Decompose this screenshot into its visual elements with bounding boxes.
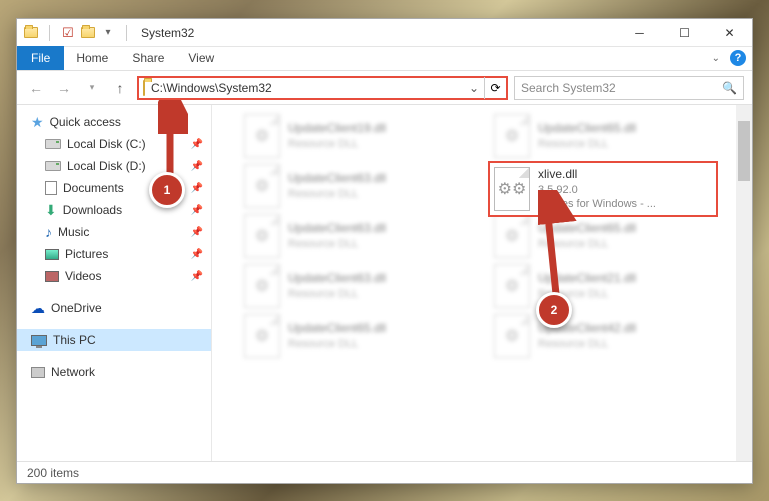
pin-icon: 📌 bbox=[191, 139, 203, 150]
minimize-button[interactable]: ─ bbox=[617, 19, 662, 47]
sidebar-network[interactable]: Network bbox=[17, 361, 211, 383]
file-version: 3.5.92.0 bbox=[538, 183, 656, 197]
dll-icon: ⚙ bbox=[494, 114, 530, 158]
drive-icon bbox=[45, 161, 61, 171]
dll-icon: ⚙ bbox=[244, 264, 280, 308]
refresh-button[interactable]: ⟳ bbox=[484, 77, 506, 99]
file-description: Games for Windows - ... bbox=[538, 197, 656, 211]
home-tab[interactable]: Home bbox=[64, 46, 120, 70]
star-icon: ★ bbox=[31, 114, 44, 131]
search-placeholder: Search System32 bbox=[521, 81, 616, 95]
network-icon bbox=[31, 367, 45, 378]
videos-icon bbox=[45, 271, 59, 282]
pin-icon: 📌 bbox=[191, 183, 203, 194]
item-count: 200 items bbox=[27, 466, 79, 480]
quick-access-toolbar: ☑ ▾ bbox=[17, 25, 139, 41]
recent-dropdown-icon[interactable]: ▾ bbox=[81, 77, 103, 99]
scrollbar[interactable] bbox=[736, 105, 752, 461]
address-path: C:\Windows\System32 bbox=[149, 81, 464, 95]
callout-1: 1 bbox=[149, 172, 185, 208]
search-input[interactable]: Search System32 🔍 bbox=[514, 76, 744, 100]
sidebar-local-c[interactable]: Local Disk (C:)📌 bbox=[17, 133, 211, 155]
status-bar: 200 items bbox=[17, 461, 752, 483]
share-tab[interactable]: Share bbox=[120, 46, 176, 70]
file-item[interactable]: ⚙UpdateClient63.dllResource DLL bbox=[242, 261, 462, 311]
titlebar: ☑ ▾ System32 ─ ☐ ✕ bbox=[17, 19, 752, 47]
scroll-thumb[interactable] bbox=[738, 121, 750, 181]
ribbon-collapse-icon[interactable]: ⌄ bbox=[712, 53, 720, 64]
pictures-icon bbox=[45, 249, 59, 260]
pin-icon: 📌 bbox=[191, 227, 203, 238]
file-item-xlive[interactable]: ⚙⚙ xlive.dll 3.5.92.0 Games for Windows … bbox=[488, 161, 718, 217]
help-icon[interactable]: ? bbox=[730, 50, 746, 66]
drive-icon bbox=[45, 139, 61, 149]
file-tab[interactable]: File bbox=[17, 46, 64, 70]
dll-icon: ⚙ bbox=[244, 114, 280, 158]
search-icon: 🔍 bbox=[722, 81, 737, 95]
folder-icon bbox=[23, 25, 39, 41]
sidebar-downloads[interactable]: ⬇Downloads📌 bbox=[17, 199, 211, 221]
explorer-window: ☑ ▾ System32 ─ ☐ ✕ File Home Share View … bbox=[16, 18, 753, 484]
pin-icon: 📌 bbox=[191, 271, 203, 282]
ribbon-tabs: File Home Share View ⌄ ? bbox=[17, 47, 752, 71]
pin-icon: 📌 bbox=[191, 161, 203, 172]
file-item[interactable]: ⚙UpdateClient63.dllResource DLL bbox=[242, 161, 462, 211]
forward-button[interactable]: → bbox=[53, 77, 75, 99]
dll-icon: ⚙ bbox=[494, 264, 530, 308]
file-name: xlive.dll bbox=[538, 167, 656, 183]
file-item[interactable]: ⚙UpdateClient65.dllResource DLL bbox=[242, 311, 462, 361]
back-button[interactable]: ← bbox=[25, 77, 47, 99]
document-icon bbox=[45, 181, 57, 195]
file-item[interactable]: ⚙UpdateClient65.dllResource DLL bbox=[492, 211, 712, 261]
cloud-icon: ☁ bbox=[31, 300, 45, 317]
file-item[interactable]: ⚙UpdateClient21.dllResource DLL bbox=[492, 261, 712, 311]
up-button[interactable]: ↑ bbox=[109, 77, 131, 99]
file-list[interactable]: ⚙UpdateClient19.dllResource DLL ⚙UpdateC… bbox=[212, 105, 752, 461]
sidebar-videos[interactable]: Videos📌 bbox=[17, 265, 211, 287]
navigation-pane: ★Quick access Local Disk (C:)📌 Local Dis… bbox=[17, 105, 212, 461]
body-area: ★Quick access Local Disk (C:)📌 Local Dis… bbox=[17, 105, 752, 461]
pin-icon: 📌 bbox=[191, 249, 203, 260]
new-folder-icon[interactable] bbox=[80, 25, 96, 41]
navigation-bar: ← → ▾ ↑ C:\Windows\System32 ⌄ ⟳ Search S… bbox=[17, 71, 752, 105]
dll-icon: ⚙ bbox=[494, 214, 530, 258]
view-tab[interactable]: View bbox=[176, 46, 226, 70]
properties-icon[interactable]: ☑ bbox=[60, 25, 76, 41]
callout-2: 2 bbox=[536, 292, 572, 328]
folder-icon bbox=[139, 81, 149, 95]
address-bar[interactable]: C:\Windows\System32 ⌄ ⟳ bbox=[137, 76, 508, 100]
dll-icon: ⚙ bbox=[244, 164, 280, 208]
dll-icon: ⚙ bbox=[244, 214, 280, 258]
pin-icon: 📌 bbox=[191, 205, 203, 216]
window-title: System32 bbox=[139, 26, 194, 40]
sidebar-music[interactable]: ♪Music📌 bbox=[17, 221, 211, 243]
file-item[interactable]: ⚙UpdateClient63.dllResource DLL bbox=[242, 211, 462, 261]
sidebar-pictures[interactable]: Pictures📌 bbox=[17, 243, 211, 265]
dll-icon: ⚙ bbox=[494, 314, 530, 358]
download-icon: ⬇ bbox=[45, 202, 57, 219]
sidebar-quick-access[interactable]: ★Quick access bbox=[17, 111, 211, 133]
close-button[interactable]: ✕ bbox=[707, 19, 752, 47]
dll-icon: ⚙⚙ bbox=[494, 167, 530, 211]
qat-dropdown-icon[interactable]: ▾ bbox=[100, 25, 116, 41]
music-icon: ♪ bbox=[45, 224, 52, 240]
pc-icon bbox=[31, 335, 47, 346]
dll-icon: ⚙ bbox=[244, 314, 280, 358]
address-dropdown-icon[interactable]: ⌄ bbox=[464, 81, 484, 95]
file-item[interactable]: ⚙UpdateClient42.dllResource DLL bbox=[492, 311, 712, 361]
file-item[interactable]: ⚙UpdateClient65.dllResource DLL bbox=[492, 111, 712, 161]
sidebar-onedrive[interactable]: ☁OneDrive bbox=[17, 297, 211, 319]
sidebar-local-d[interactable]: Local Disk (D:)📌 bbox=[17, 155, 211, 177]
sidebar-this-pc[interactable]: This PC bbox=[17, 329, 211, 351]
file-item[interactable]: ⚙UpdateClient19.dllResource DLL bbox=[242, 111, 462, 161]
maximize-button[interactable]: ☐ bbox=[662, 19, 707, 47]
